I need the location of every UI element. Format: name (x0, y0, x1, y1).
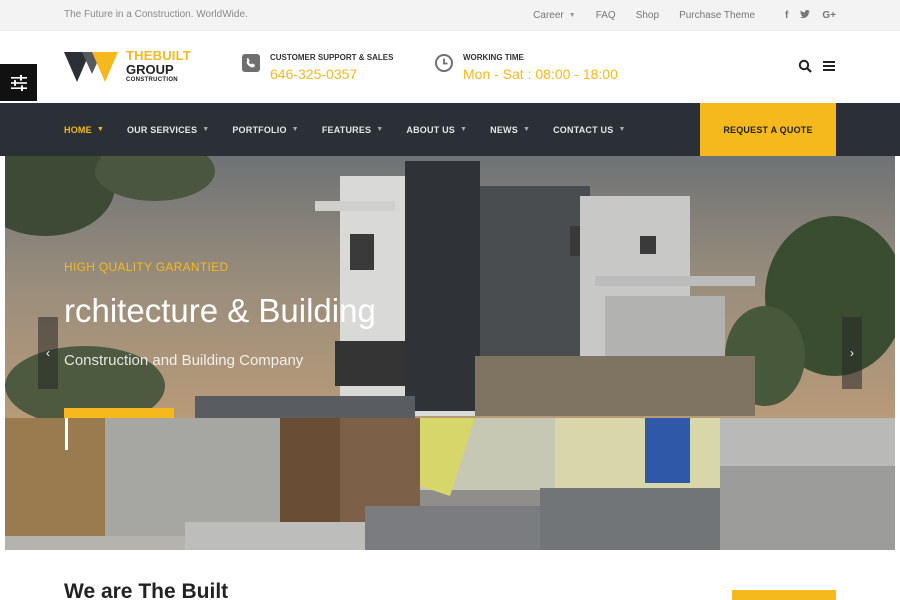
chevron-down-icon: ▼ (460, 126, 468, 133)
twitter-icon[interactable] (800, 9, 811, 22)
google-plus-icon[interactable]: G+ (822, 10, 836, 21)
slider-prev-button[interactable]: ‹ (38, 317, 58, 389)
nav-item-our-services[interactable]: OUR SERVICES ▼ (127, 125, 209, 135)
nav-item-about-us[interactable]: ABOUT US ▼ (406, 125, 467, 135)
hero-slider: HIGH QUALITY GARANTIED rchitecture & Bui… (5, 156, 895, 550)
social-links: f G+ (773, 9, 836, 22)
settings-panel-toggle[interactable] (0, 64, 37, 101)
site-logo[interactable]: THEBUILT GROUP CONSTRUCTION (64, 48, 204, 88)
working-time-value: Mon - Sat : 08:00 - 18:00 (463, 66, 618, 82)
chevron-down-icon: ▼ (291, 126, 299, 133)
logo-line-1: THEBUILT (126, 48, 191, 63)
about-heading: We are The Built (64, 580, 229, 600)
nav-item-news[interactable]: NEWS ▼ (490, 125, 530, 135)
top-link-label: Shop (635, 10, 660, 21)
chevron-down-icon: ▼ (376, 126, 384, 133)
top-link-label: Career (533, 10, 564, 21)
site-header: THEBUILT GROUP CONSTRUCTION CUSTOMER SUP… (0, 31, 900, 103)
support-phone[interactable]: 646-325-0357 (270, 66, 393, 82)
facebook-icon[interactable]: f (785, 10, 788, 21)
chevron-right-icon: › (850, 346, 854, 360)
support-info: CUSTOMER SUPPORT & SALES 646-325-0357 (242, 53, 393, 82)
chevron-down-icon: ▼ (202, 126, 210, 133)
header-icons (788, 59, 836, 73)
hero-title: rchitecture & Building (64, 292, 376, 329)
top-link-faq[interactable]: FAQ (596, 10, 616, 21)
about-action-button[interactable] (732, 590, 836, 600)
support-label: CUSTOMER SUPPORT & SALES (270, 53, 394, 62)
logo-mark-icon (64, 52, 118, 82)
top-link-shop[interactable]: Shop (636, 10, 659, 21)
top-link-career[interactable]: Career ▼ (533, 10, 576, 21)
working-time-label: WORKING TIME (463, 53, 524, 62)
nav-label: HOME (64, 124, 92, 135)
top-link-purchase-theme[interactable]: Purchase Theme (679, 10, 755, 21)
top-bar: The Future in a Construction. WorldWide.… (0, 0, 900, 31)
slider-next-button[interactable]: › (842, 317, 862, 389)
hero-accent-bar (64, 408, 174, 418)
nav-label: CONTACT US (553, 124, 614, 135)
clock-icon (435, 54, 453, 72)
logo-line-2: GROUP (126, 62, 174, 77)
nav-item-features[interactable]: FEATURES ▼ (322, 125, 384, 135)
nav-item-contact-us[interactable]: CONTACT US ▼ (553, 125, 625, 135)
top-link-label: FAQ (595, 10, 616, 21)
chevron-down-icon: ▼ (96, 126, 104, 133)
top-tagline: The Future in a Construction. WorldWide. (64, 9, 248, 20)
hero-divider (65, 418, 68, 450)
top-links: Career ▼ FAQ Shop Purchase Theme f G+ (513, 0, 836, 31)
nav-label: PORTFOLIO (232, 124, 287, 135)
logo-line-3: CONSTRUCTION (126, 77, 178, 83)
nav-item-home[interactable]: HOME ▼ (64, 125, 104, 135)
hero-subtitle: HIGH QUALITY GARANTIED (64, 260, 229, 274)
chevron-down-icon: ▼ (618, 126, 626, 133)
sliders-icon (10, 74, 27, 91)
nav-label: OUR SERVICES (126, 124, 198, 135)
top-link-label: Purchase Theme (679, 10, 756, 21)
request-quote-button[interactable]: REQUEST A QUOTE (700, 103, 836, 156)
hero-tagline: Construction and Building Company (64, 352, 304, 369)
nav-label: FEATURES (321, 124, 372, 135)
working-time-info: WORKING TIME Mon - Sat : 08:00 - 18:00 (435, 53, 618, 82)
search-icon[interactable] (798, 59, 812, 73)
menu-icon[interactable] (822, 59, 836, 73)
nav-label: ABOUT US (406, 124, 455, 135)
chevron-down-icon: ▼ (522, 126, 531, 133)
phone-icon (242, 54, 260, 72)
main-nav: HOME ▼ OUR SERVICES ▼ PORTFOLIO ▼ FEATURES ▼… (0, 103, 900, 156)
nav-label: NEWS (490, 124, 518, 135)
chevron-down-icon: ▼ (568, 12, 576, 19)
chevron-left-icon: ‹ (46, 346, 50, 360)
nav-item-portfolio[interactable]: PORTFOLIO ▼ (232, 125, 298, 135)
